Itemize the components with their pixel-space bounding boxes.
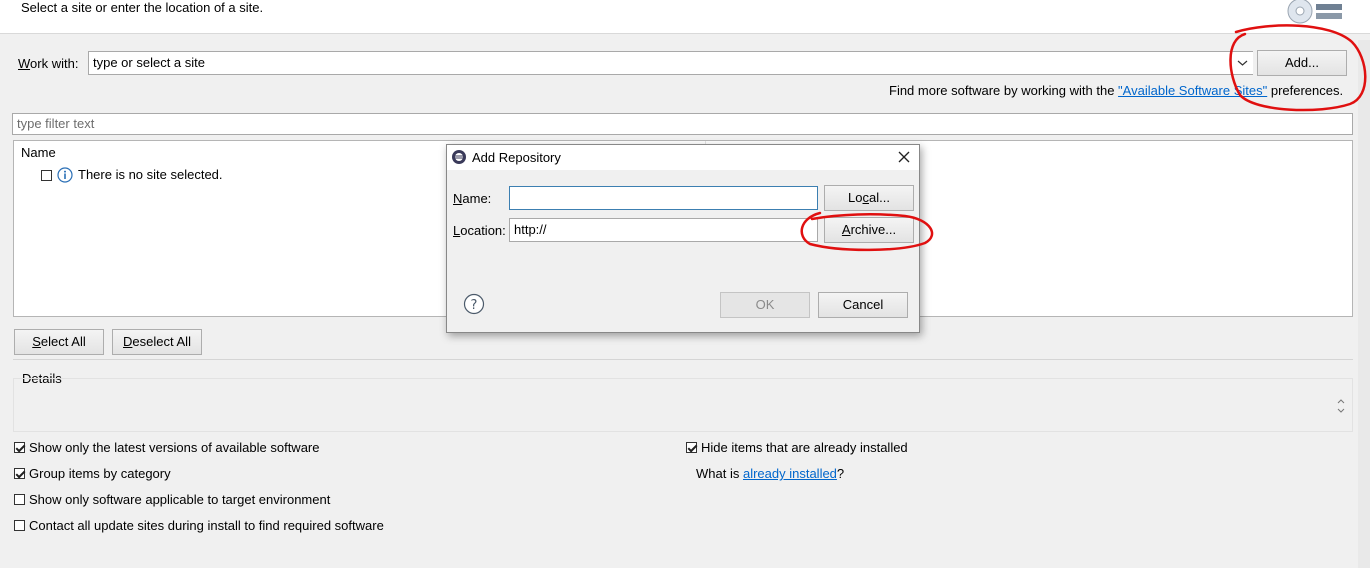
info-icon — [57, 167, 73, 183]
hide-installed-checkbox[interactable] — [686, 442, 697, 453]
local-button[interactable]: Local... — [824, 185, 914, 211]
already-installed-text: What is already installed? — [696, 466, 845, 481]
dialog-title-bar[interactable]: Add Repository — [447, 145, 919, 170]
dialog-title: Add Repository — [472, 150, 561, 165]
add-repository-dialog: Add Repository Name: Local... Location: … — [446, 144, 920, 333]
target-environment-label: Show only software applicable to target … — [29, 492, 331, 507]
filter-placeholder: type filter text — [17, 116, 95, 131]
select-all-button[interactable]: Select All — [14, 329, 104, 355]
work-with-label: Work with: — [18, 56, 79, 71]
available-software-sites-link[interactable]: "Available Software Sites" — [1118, 83, 1267, 98]
already-installed-link[interactable]: already installed — [743, 466, 837, 481]
archive-button[interactable]: Archive... — [824, 217, 914, 243]
help-icon[interactable]: ? — [463, 293, 485, 315]
tree-empty-message: There is no site selected. — [78, 167, 223, 182]
ok-button[interactable]: OK — [720, 292, 810, 318]
work-with-combo[interactable]: type or select a site — [88, 51, 1253, 75]
cancel-button[interactable]: Cancel — [818, 292, 908, 318]
contact-update-sites-checkbox[interactable] — [14, 520, 25, 531]
name-input[interactable] — [509, 186, 818, 210]
target-environment-checkbox[interactable] — [14, 494, 25, 505]
software-wizard-banner-icon — [1286, 0, 1346, 28]
find-more-software-text: Find more software by working with the "… — [889, 83, 1344, 98]
combo-dropdown-button[interactable] — [1231, 52, 1253, 74]
location-input[interactable]: http:// — [509, 218, 818, 242]
details-scroll-icon[interactable] — [1336, 397, 1346, 415]
close-icon[interactable] — [897, 150, 911, 164]
deselect-all-button[interactable]: Deselect All — [112, 329, 202, 355]
separator — [13, 359, 1353, 360]
details-area[interactable] — [13, 378, 1353, 432]
location-label: Location: — [453, 223, 506, 238]
work-with-combo-value: type or select a site — [93, 55, 205, 70]
group-by-category-label: Group items by category — [29, 466, 171, 481]
location-value: http:// — [514, 222, 547, 237]
instruction-text: Select a site or enter the location of a… — [21, 0, 264, 15]
tree-column-name: Name — [21, 145, 56, 160]
add-site-button[interactable]: Add... — [1257, 50, 1347, 76]
eclipse-app-icon — [451, 149, 467, 165]
contact-update-sites-label: Contact all update sites during install … — [29, 518, 384, 533]
hide-installed-label: Hide items that are already installed — [701, 440, 908, 455]
tree-item-checkbox[interactable] — [41, 170, 52, 181]
name-label: Name: — [453, 191, 492, 206]
latest-versions-checkbox[interactable] — [14, 442, 25, 453]
filter-input[interactable]: type filter text — [12, 113, 1353, 135]
latest-versions-label: Show only the latest versions of availab… — [29, 440, 320, 455]
window-edge — [1358, 40, 1370, 568]
svg-text:?: ? — [471, 298, 478, 313]
chevron-down-icon — [1237, 60, 1248, 66]
group-by-category-checkbox[interactable] — [14, 468, 25, 479]
